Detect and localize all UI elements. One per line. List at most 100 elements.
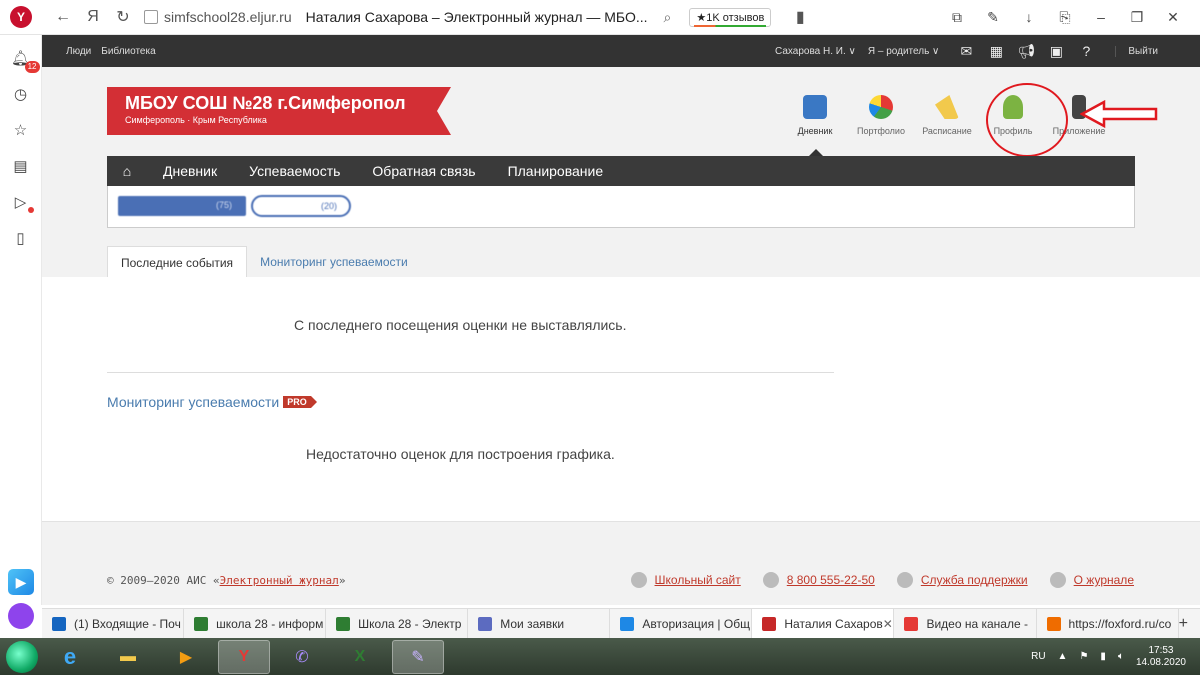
clock[interactable]: 17:53 14.08.2020 — [1136, 645, 1186, 669]
clock-date: 14.08.2020 — [1135, 656, 1186, 668]
no-graph-message: Недостаточно оценок для построения графи… — [306, 446, 615, 462]
volume-icon[interactable]: 🔈︎ — [1118, 651, 1124, 662]
school-location: Симферополь · Крым Республика — [125, 115, 267, 125]
site-header: МБОУ СОШ №28 г.Симферопол Симферополь · … — [42, 67, 1200, 278]
explorer-taskbar-icon[interactable]: ▬ — [102, 640, 154, 674]
close-tab-icon[interactable]: ✕ — [883, 617, 893, 631]
menu-item-planning[interactable]: Планирование — [508, 163, 604, 179]
link-label: Служба поддержки — [920, 573, 1028, 587]
site-footer: © 2009–2020 АИС «Электронный журнал» Шко… — [42, 521, 1200, 605]
tab-recent-events[interactable]: Последние события — [107, 246, 248, 278]
youtube-favicon-icon — [904, 616, 919, 631]
flag-icon[interactable]: ⚑ — [1079, 651, 1088, 662]
notification-count: 12 — [24, 61, 40, 73]
browser-tab[interactable]: Школа 28 - Электр — [326, 608, 469, 639]
phone-link[interactable]: 8 800 555-22-50 — [762, 572, 875, 588]
support-link[interactable]: Служба поддержки — [896, 572, 1028, 588]
star-icon[interactable]: ☆ — [8, 117, 34, 143]
extension-icon[interactable]: ✎ — [978, 9, 1008, 26]
back-arrow-icon[interactable]: ← — [48, 2, 78, 32]
school-site-link[interactable]: Школьный сайт — [630, 572, 741, 588]
link-icon — [1049, 572, 1066, 588]
bookmark-icon[interactable]: ▮ — [785, 2, 815, 32]
browser-tab[interactable]: https://foxford.ru/co — [1037, 608, 1179, 639]
yandex-browser-logo[interactable]: Y — [10, 6, 32, 28]
school-ribbon[interactable]: МБОУ СОШ №28 г.Симферопол Симферополь · … — [107, 87, 451, 135]
yandex-taskbar-icon[interactable]: Y — [218, 639, 270, 674]
device-icon[interactable]: ▯ — [8, 225, 34, 251]
network-icon[interactable]: ▮ — [1100, 651, 1106, 662]
yandex-home-button[interactable]: Я — [78, 2, 108, 32]
restore-icon[interactable]: ❐ — [1122, 9, 1152, 26]
home-icon[interactable]: ⌂ — [107, 163, 147, 179]
media-taskbar-icon[interactable]: ▶ — [160, 640, 212, 674]
minimize-icon[interactable]: – — [1086, 9, 1116, 25]
notes-taskbar-icon[interactable]: ✎ — [392, 639, 444, 674]
pro-badge: PRO — [283, 396, 317, 408]
translate-icon[interactable]: ⧉ — [942, 9, 972, 26]
tab-label: Мои заявки — [500, 616, 565, 631]
history-icon[interactable]: ◷ — [8, 81, 34, 107]
logout-link[interactable]: Выйти — [1115, 45, 1158, 57]
monitoring-title[interactable]: Мониторинг успеваемости — [107, 394, 279, 410]
address-bar[interactable]: simfschool28.eljur.ru Наталия Сахарова –… — [144, 4, 648, 30]
child-button-selected[interactable]: (75) — [118, 196, 246, 216]
play-app-icon[interactable]: ▶ — [8, 569, 34, 595]
new-tab-icon[interactable]: + — [1179, 615, 1188, 633]
diary-icon — [803, 95, 827, 119]
about-link[interactable]: О журнале — [1049, 572, 1134, 588]
bell-icon[interactable]: 🔔︎ 12 — [8, 45, 40, 73]
system-tray: RU ▲ ⚑ ▮ 🔈︎ 17:53 14.08.2020 — [1031, 645, 1186, 669]
collections-icon[interactable]: ⎘ — [1050, 9, 1080, 26]
app-diary[interactable]: Дневник — [782, 95, 848, 136]
excel-taskbar-icon[interactable]: X — [334, 640, 386, 674]
app-portfolio[interactable]: Портфолио — [848, 95, 914, 136]
close-window-icon[interactable]: ✕ — [1158, 9, 1188, 26]
people-link[interactable]: Люди — [66, 46, 91, 57]
copyright: © 2009–2020 АИС «Электронный журнал» — [107, 574, 345, 587]
menu-item-grades[interactable]: Успеваемость — [249, 163, 340, 179]
calendar-icon[interactable]: ▦ — [983, 41, 1009, 61]
user-menu[interactable]: Сахарова Н. И. ∨ — [775, 46, 856, 57]
mail-icon[interactable]: ✉ — [953, 41, 979, 61]
play-icon[interactable]: ▷ — [8, 189, 34, 215]
windows-taskbar: e ▬ ▶ Y ✆ X ✎ RU ▲ ⚑ ▮ 🔈︎ 17:53 14.08.20… — [0, 638, 1200, 675]
alice-icon[interactable] — [8, 603, 34, 629]
news-icon[interactable]: ▣ — [1043, 41, 1069, 61]
red-annotation-circle — [986, 83, 1068, 157]
language-indicator[interactable]: RU — [1031, 651, 1045, 662]
app-schedule[interactable]: Расписание — [914, 95, 980, 136]
megaphone-icon[interactable]: 📢︎ — [1013, 41, 1039, 61]
reviews-badge[interactable]: ★1K отзывов — [689, 7, 772, 27]
start-button[interactable] — [6, 640, 38, 673]
tab-label: Школа 28 - Электр — [358, 616, 462, 631]
role-menu[interactable]: Я – родитель ∨ — [868, 46, 940, 57]
tab-label: Видео на канале - — [926, 616, 1028, 631]
ejournal-link[interactable]: Электронный журнал — [220, 574, 339, 587]
browser-tab-active[interactable]: Наталия Сахаров ✕ — [752, 608, 895, 639]
main-menu: ⌂ Дневник Успеваемость Обратная связь Пл… — [107, 156, 1135, 186]
clock-time: 17:53 — [1148, 644, 1174, 656]
browser-tab[interactable]: (1) Входящие - Поч — [42, 608, 185, 639]
download-icon[interactable]: ↓ — [1014, 9, 1044, 25]
browser-tab[interactable]: Видео на канале - — [894, 608, 1037, 639]
tabs-icon[interactable]: ▤ — [8, 153, 34, 179]
tab-monitoring[interactable]: Мониторинг успеваемости — [247, 246, 421, 278]
tray-arrow-icon[interactable]: ▲ — [1058, 651, 1068, 662]
library-link[interactable]: Библиотека — [101, 46, 155, 57]
page-title: Наталия Сахарова – Электронный журнал — … — [305, 9, 648, 25]
child-button[interactable]: (20) — [251, 195, 351, 217]
ie-taskbar-icon[interactable]: e — [44, 640, 96, 674]
browser-tab[interactable]: школа 28 - информ — [184, 608, 327, 639]
help-icon[interactable]: ? — [1073, 41, 1099, 61]
menu-item-feedback[interactable]: Обратная связь — [372, 163, 475, 179]
url-text[interactable]: simfschool28.eljur.ru — [164, 9, 292, 25]
browser-tab[interactable]: Авторизация | Общ — [610, 608, 753, 639]
browser-tab[interactable]: Мои заявки — [468, 608, 611, 639]
viber-taskbar-icon[interactable]: ✆ — [276, 640, 328, 674]
mail-favicon-icon — [478, 616, 493, 631]
reload-icon[interactable]: ↻ — [108, 2, 138, 32]
app-label: Портфолио — [857, 126, 905, 136]
menu-item-diary[interactable]: Дневник — [163, 163, 217, 179]
search-icon[interactable]: ⌕ — [664, 9, 672, 26]
